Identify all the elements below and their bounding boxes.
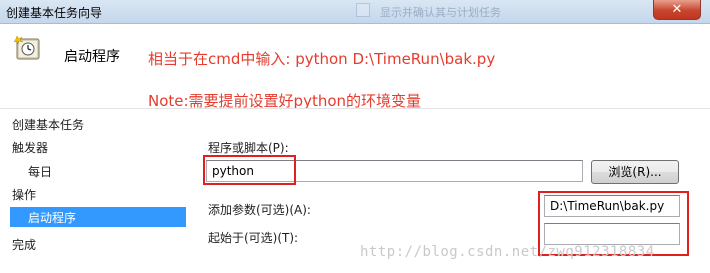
step-trigger[interactable]: 触发器 xyxy=(12,139,48,156)
close-button[interactable]: ✕ xyxy=(653,0,701,20)
title-bar: 创建基本任务向导 显示并确认其与计划任务 ✕ xyxy=(0,0,710,24)
watermark: http://blog.csdn.net/zwq912318834 xyxy=(360,244,655,260)
step-start-program-selected[interactable]: 启动程序 xyxy=(10,207,186,227)
step-action[interactable]: 操作 xyxy=(12,186,36,203)
annotation-cmd-equivalent: 相当于在cmd中输入: python D:\TimeRun\bak.py xyxy=(148,50,496,68)
window-title: 创建基本任务向导 xyxy=(6,6,103,20)
step-start-program-label: 启动程序 xyxy=(28,211,77,225)
page-title: 启动程序 xyxy=(64,49,120,65)
arguments-label: 添加参数(可选)(A): xyxy=(208,203,311,217)
arguments-input[interactable]: D:\TimeRun\bak.py xyxy=(544,195,680,217)
start-in-input[interactable] xyxy=(544,223,680,245)
program-script-input[interactable]: python xyxy=(206,160,583,182)
program-script-label: 程序或脚本(P): xyxy=(208,141,289,155)
step-daily[interactable]: 每日 xyxy=(28,163,52,180)
background-window-icon xyxy=(356,3,370,17)
close-icon: ✕ xyxy=(671,2,683,17)
background-window-caption: 显示并确认其与计划任务 xyxy=(380,6,501,19)
start-in-label: 起始于(可选)(T): xyxy=(208,231,299,245)
step-create-basic-task[interactable]: 创建基本任务 xyxy=(12,116,84,133)
browse-button[interactable]: 浏览(R)... xyxy=(591,160,679,184)
step-finish[interactable]: 完成 xyxy=(12,236,36,253)
task-wizard-icon xyxy=(14,35,40,60)
